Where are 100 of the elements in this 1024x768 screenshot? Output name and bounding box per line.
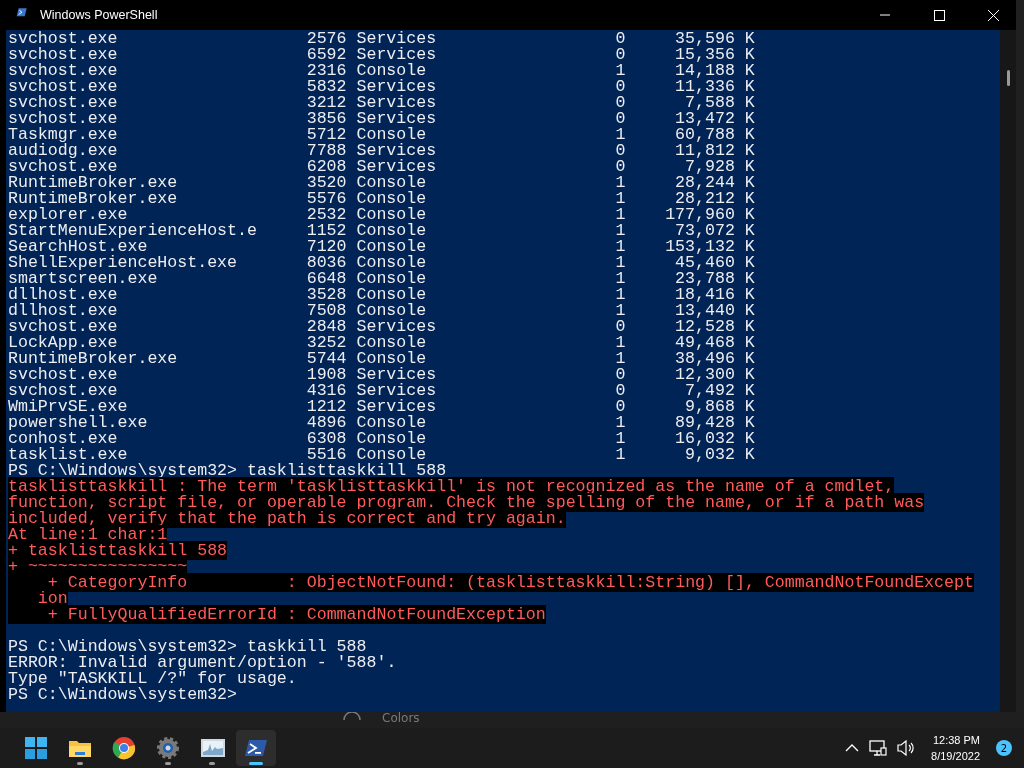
table-cell-text: 15,356 K (674, 47, 755, 63)
table-cell-text: 73,072 K (675, 223, 755, 239)
table-cell-text: svchost.exe (8, 95, 119, 111)
table-cell-text: svchost.exe (8, 319, 119, 335)
table-cell-text: Services (356, 383, 438, 399)
table-cell-text: 0 (614, 383, 626, 399)
table-cell-text: 16,032 K (674, 431, 755, 447)
table-cell-text: SearchHost.exe (8, 239, 148, 255)
table-cell-text: Console (356, 175, 428, 191)
table-cell-text: 7,492 K (685, 383, 755, 399)
table-cell-text: 23,788 K (674, 271, 755, 287)
table-cell-text: svchost.exe (8, 111, 119, 127)
maximize-icon (933, 9, 945, 21)
table-cell-text: RuntimeBroker.exe (8, 351, 179, 367)
table-cell-text: 2576 (305, 31, 347, 47)
table-cell-text: Services (356, 95, 438, 111)
table-cell-text: 14,188 K (674, 63, 755, 79)
windows-icon (24, 736, 48, 760)
table-cell-text: Console (356, 415, 428, 431)
table-cell-text: StartMenuExperienceHost.e (8, 223, 258, 239)
table-cell-text: svchost.exe (8, 47, 119, 63)
table-cell-text: svchost.exe (8, 63, 119, 79)
table-cell-text: 5712 (305, 127, 347, 143)
table-cell-text: 6308 (305, 431, 347, 447)
network-icon[interactable] (869, 740, 888, 756)
table-cell-text: 12,300 K (674, 367, 755, 383)
table-cell-text: Services (356, 399, 438, 415)
table-cell-text: 0 (614, 31, 626, 47)
table-cell-text: 1 (614, 271, 626, 287)
speaker-icon[interactable] (897, 740, 916, 756)
table-cell-text: 28,244 K (674, 175, 755, 191)
table-cell-text: 1 (614, 239, 626, 255)
window-title: Windows PowerShell (40, 8, 159, 22)
table-cell-text: 11,812 K (674, 143, 755, 159)
table-cell-text: Services (356, 47, 438, 63)
table-cell-text: 1 (614, 223, 626, 239)
table-cell-text: Taskmgr.exe (8, 127, 119, 143)
table-cell-text: 7,928 K (685, 159, 755, 175)
table-cell-text: Console (356, 127, 427, 143)
table-cell-text: 60,788 K (674, 127, 755, 143)
table-cell-text: 1 (614, 127, 626, 143)
scrollbar[interactable] (1000, 30, 1016, 712)
table-cell-text: 4316 (305, 383, 347, 399)
table-cell-text: WmiPrvSE.exe (8, 399, 128, 415)
output-line: ERROR: Invalid argument/option - '588'. (8, 653, 397, 672)
table-cell-text: 6208 (305, 159, 347, 175)
table-cell-text: Console (356, 223, 428, 239)
table-cell-text: Console (356, 335, 428, 351)
table-cell-text: Console (356, 255, 428, 271)
table-cell-text: Console (356, 303, 427, 319)
table-cell-text: 7508 (305, 303, 347, 319)
table-cell-text: Console (356, 351, 427, 367)
table-cell-text: tasklist.exe (8, 447, 128, 463)
table-cell-text: explorer.exe (8, 207, 128, 223)
table-cell-text: ShellExperienceHost.exe (8, 255, 239, 271)
table-cell-text: 0 (614, 319, 626, 335)
table-cell-text: 13,472 K (674, 111, 755, 127)
prompt-line: PS C:\Windows\system32> (8, 685, 238, 704)
output-line: Type "TASKKILL /?" for usage. (8, 669, 297, 688)
table-cell-text: 18,416 K (674, 287, 755, 303)
table-cell-text: 1152 (305, 223, 347, 239)
table-cell-text: 3252 (305, 335, 347, 351)
taskbar-app-button[interactable] (236, 730, 276, 766)
table-cell-text: audiodg.exe (8, 143, 119, 159)
notification-badge[interactable]: 2 (996, 740, 1012, 756)
table-cell-text: svchost.exe (8, 31, 119, 47)
table-cell-text: 0 (614, 159, 626, 175)
table-cell-text: Services (356, 367, 438, 383)
table-cell-text: 1 (614, 335, 626, 351)
table-cell-text: Services (356, 143, 438, 159)
table-cell-text: 3528 (305, 287, 347, 303)
table-cell-text: 1 (614, 303, 626, 319)
table-cell-text: 6592 (305, 47, 347, 63)
table-cell-text: 3212 (305, 95, 347, 111)
table-cell-text: svchost.exe (8, 159, 118, 175)
table-cell-text: 2316 (305, 63, 347, 79)
table-cell-text: 1 (614, 447, 626, 463)
chevron-up-icon[interactable] (845, 743, 860, 753)
table-cell-text: 8036 (305, 255, 347, 271)
browser-icon (112, 736, 136, 760)
table-cell-text: 3520 (305, 175, 347, 191)
table-cell-text: smartscreen.exe (8, 271, 158, 287)
table-cell-text: Console (356, 271, 428, 287)
table-cell-text: 13,440 K (674, 303, 755, 319)
table-cell-text: 3856 (305, 111, 347, 127)
clock[interactable]: 12:38 PM 8/19/2022 (931, 732, 980, 764)
table-cell-text: Services (356, 79, 438, 95)
settings-label: Colors (382, 712, 420, 724)
table-cell-text: 0 (614, 143, 626, 159)
table-cell-text: 9,032 K (685, 447, 755, 463)
table-cell-text: 0 (614, 367, 626, 383)
table-cell-text: Console (356, 191, 428, 207)
table-cell-text: 1 (614, 351, 626, 367)
table-cell-text: Console (356, 287, 428, 303)
table-cell-text: 1 (614, 63, 626, 79)
table-cell-text: 4896 (305, 415, 347, 431)
table-cell-text: RuntimeBroker.exe (8, 175, 179, 191)
table-cell-text: Console (356, 447, 428, 463)
table-cell-text: 1 (614, 255, 626, 271)
table-cell-text: 1 (614, 431, 626, 447)
